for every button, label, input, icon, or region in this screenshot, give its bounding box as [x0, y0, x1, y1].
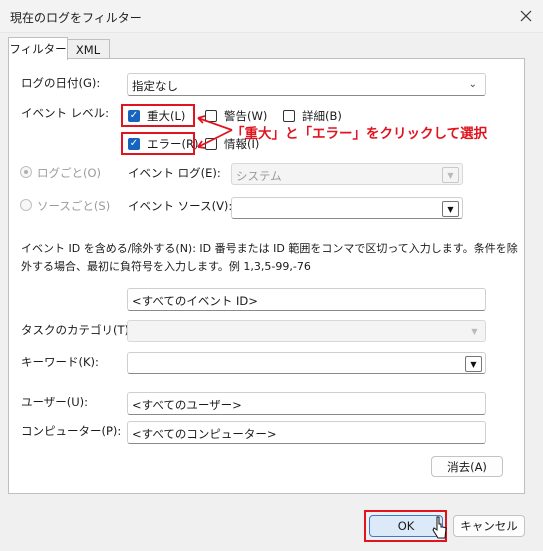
ok-button-label: OK — [397, 519, 415, 533]
chevron-down-icon: ▼ — [465, 356, 482, 372]
user-input[interactable]: <すべてのユーザー> — [127, 392, 486, 415]
logged-dropdown[interactable]: 指定なし ⌄ — [127, 73, 486, 96]
chevron-down-icon: ⌄ — [468, 79, 477, 90]
mouse-cursor-icon — [432, 516, 447, 539]
by-log-radio-label: ログごと(O) — [37, 166, 102, 180]
event-log-label: イベント ログ(E): — [128, 166, 221, 180]
logged-value: 指定なし — [132, 79, 178, 93]
by-log-radio[interactable] — [20, 166, 32, 178]
computer-value: <すべてのコンピューター> — [132, 427, 277, 441]
event-id-value: <すべてのイベント ID> — [132, 294, 258, 308]
chevron-down-icon: ▼ — [442, 201, 459, 217]
logged-label: ログの日付(G): — [21, 76, 101, 90]
cancel-button[interactable]: キャンセル — [453, 515, 525, 537]
by-source-radio-label: ソースごと(S) — [37, 199, 111, 213]
clear-button[interactable]: 消去(A) — [431, 456, 503, 477]
window-title: 現在のログをフィルター — [10, 11, 142, 25]
event-level-label: イベント レベル: — [21, 106, 110, 120]
event-id-input[interactable]: <すべてのイベント ID> — [127, 288, 486, 311]
close-button[interactable] — [514, 4, 538, 28]
event-log-dropdown[interactable]: システム ▼ — [231, 163, 463, 185]
event-id-description-line1: イベント ID を含める/除外する(N): ID 番号または ID 範囲をコンマ… — [21, 242, 518, 255]
chevron-down-icon: ▼ — [471, 326, 478, 336]
cancel-button-label: キャンセル — [460, 519, 518, 533]
keywords-label: キーワード(K): — [21, 355, 99, 369]
critical-label: 重大(L) — [147, 109, 186, 123]
event-log-value: システム — [236, 169, 282, 183]
event-id-description-line2: 外する場合、最初に負符号を入力します。例 1,3,5-99,-76 — [21, 260, 311, 273]
error-checkbox[interactable]: ✓ — [128, 138, 140, 150]
close-icon — [520, 10, 532, 22]
user-value: <すべてのユーザー> — [132, 398, 242, 412]
annotation-text: 「重大」と「エラー」をクリックして選択 — [231, 126, 488, 142]
user-label: ユーザー(U): — [21, 395, 89, 409]
by-source-radio[interactable] — [20, 199, 32, 211]
checkmark-icon: ✓ — [129, 138, 139, 149]
computer-input[interactable]: <すべてのコンピューター> — [127, 421, 486, 444]
event-source-label: イベント ソース(V): — [128, 199, 233, 213]
checkmark-icon: ✓ — [129, 110, 139, 121]
keywords-dropdown[interactable]: ▼ — [127, 352, 486, 374]
task-category-dropdown[interactable]: ▼ — [127, 320, 486, 342]
task-category-label: タスクのカテゴリ(T): — [21, 323, 133, 337]
event-source-dropdown[interactable]: ▼ — [231, 197, 463, 219]
tab-xml-label: XML — [75, 42, 101, 57]
verbose-checkbox[interactable] — [283, 110, 295, 122]
tab-filter[interactable]: フィルター — [8, 37, 68, 60]
clear-button-label: 消去(A) — [447, 459, 487, 474]
computer-label: コンピューター(P): — [21, 424, 122, 438]
chevron-down-icon: ▼ — [442, 167, 459, 183]
tab-filter-label: フィルター — [9, 42, 67, 56]
critical-checkbox[interactable]: ✓ — [128, 110, 140, 122]
tab-xml[interactable]: XML — [66, 39, 110, 59]
